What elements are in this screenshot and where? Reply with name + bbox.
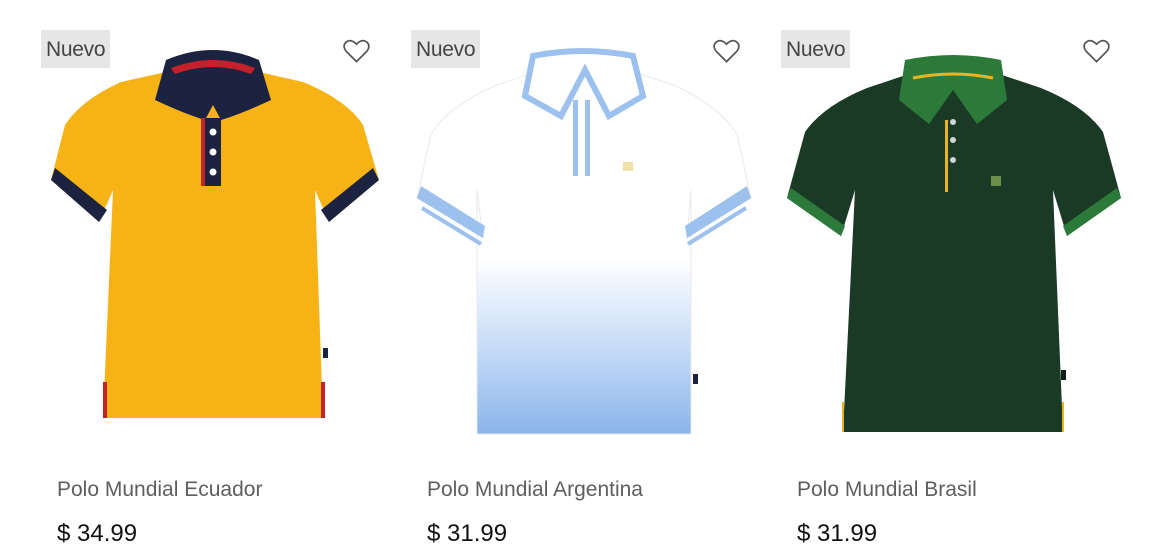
product-name[interactable]: Polo Mundial Argentina: [427, 478, 747, 502]
polo-shirt-image: [416, 48, 752, 435]
product-price: $ 31.99: [427, 520, 508, 547]
product-name[interactable]: Polo Mundial Brasil: [797, 478, 1117, 502]
new-badge: Nuevo: [411, 30, 481, 68]
product-image[interactable]: Nuevo: [41, 30, 383, 458]
product-card[interactable]: Nuevo Polo Mundial Argentina $ 31.99: [411, 30, 753, 560]
heart-outline-icon: [713, 39, 740, 63]
product-card[interactable]: Nuevo Polo Mundial Ecuador $ 34.99: [41, 30, 383, 560]
polo-shirt-image: [51, 50, 379, 418]
product-price: $ 31.99: [797, 520, 878, 547]
favorite-button[interactable]: [1083, 39, 1113, 67]
new-badge: Nuevo: [781, 30, 851, 68]
product-grid: Nuevo Polo Mundial Ecuador $ 34.99 Nuevo…: [0, 0, 1159, 560]
new-badge: Nuevo: [41, 30, 111, 68]
product-card[interactable]: Nuevo Polo Mundial Brasil $ 31.99: [781, 30, 1123, 560]
product-image[interactable]: Nuevo: [411, 30, 753, 458]
product-price: $ 34.99: [57, 520, 138, 547]
favorite-button[interactable]: [343, 39, 373, 67]
product-name[interactable]: Polo Mundial Ecuador: [57, 478, 377, 502]
favorite-button[interactable]: [713, 39, 743, 67]
polo-shirt-image: [787, 55, 1121, 432]
product-image[interactable]: Nuevo: [781, 30, 1123, 458]
heart-outline-icon: [1083, 39, 1110, 63]
heart-outline-icon: [343, 39, 370, 63]
